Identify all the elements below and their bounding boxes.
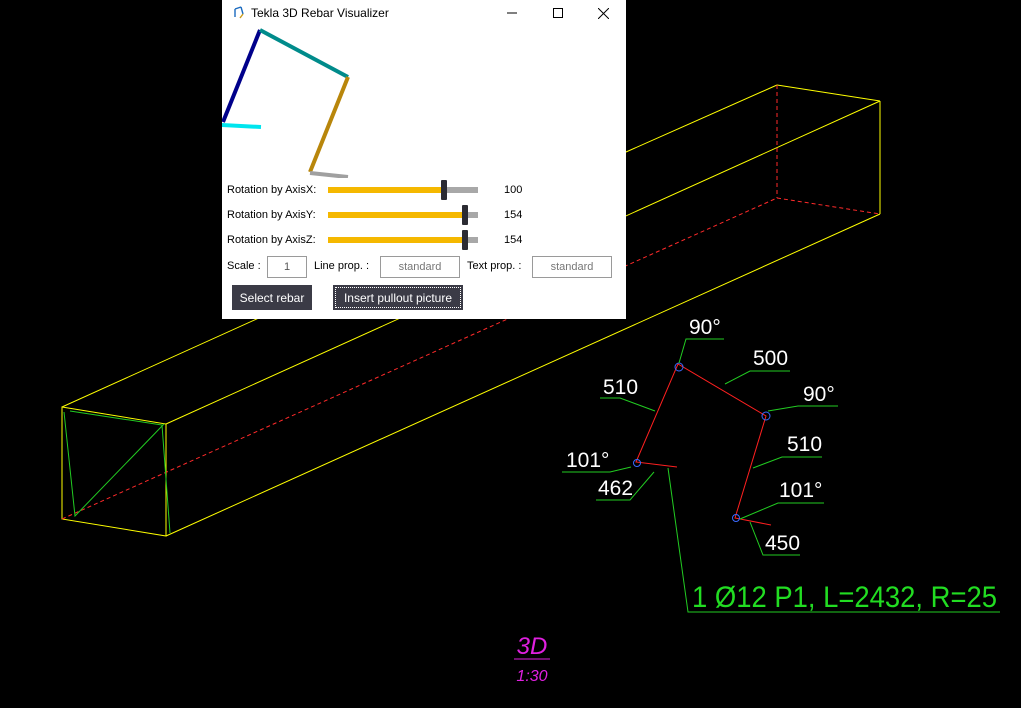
window-title: Tekla 3D Rebar Visualizer [251,6,389,20]
axis-z-value: 154 [504,234,523,246]
axis-z-thumb[interactable] [462,230,468,250]
dim-angle-bottom-right: 101° [779,479,822,502]
line-prop-label: Line prop. : [314,260,370,272]
dim-seg-right: 510 [787,433,822,456]
view-scale: 1:30 [516,668,547,685]
title-bar[interactable]: Tekla 3D Rebar Visualizer [222,0,626,26]
maximize-icon [553,8,563,18]
axis-x-fill [328,187,444,193]
preview-segment-3 [308,76,350,173]
scale-input[interactable]: 1 [267,256,307,278]
rebar-visualizer-window: Tekla 3D Rebar Visualizer Rotation by Ax… [222,0,626,319]
rebar-pullout-shape [635,363,772,526]
axis-y-slider[interactable] [328,205,478,225]
preview-segment-5 [222,123,262,129]
view-title: 3D [517,633,548,660]
maximize-button[interactable] [535,0,581,26]
rebar-mark-label: 1 Ø12 P1, L=2432, R=25 [692,581,997,614]
close-icon [597,7,609,19]
end-section-rebar [63,410,171,534]
axis-z-label: Rotation by AxisZ: [227,234,316,246]
preview-segment-2 [259,28,349,79]
axis-z-fill [328,237,465,243]
axis-y-value: 154 [504,209,523,221]
axis-z-slider[interactable] [328,230,478,250]
preview-segment-1 [222,29,262,123]
dim-hook-left: 462 [598,477,633,500]
dim-angle-right: 90° [803,383,835,406]
dim-angle-left: 101° [566,449,609,472]
app-icon [232,6,246,20]
text-prop-label: Text prop. : [467,260,522,272]
dim-hook-right: 450 [765,532,800,555]
dim-angle-top: 90° [689,316,721,339]
scale-label: Scale : [227,260,261,272]
axis-y-label: Rotation by AxisY: [227,209,316,221]
axis-y-fill [328,212,465,218]
axis-x-label: Rotation by AxisX: [227,184,317,196]
axis-x-value: 100 [504,184,523,196]
minimize-icon [507,12,517,14]
bend-markers [633,362,771,522]
close-button[interactable] [580,0,626,26]
insert-pullout-picture-button[interactable]: Insert pullout picture [333,285,463,310]
axis-x-slider[interactable] [328,180,478,200]
preview-segment-4 [309,171,349,178]
rebar-3d-preview [222,26,626,178]
line-prop-input[interactable]: standard [380,256,460,278]
text-prop-input[interactable]: standard [532,256,612,278]
axis-x-thumb[interactable] [441,180,447,200]
minimize-button[interactable] [489,0,535,26]
select-rebar-button[interactable]: Select rebar [232,285,312,310]
dim-seg-top: 500 [753,347,788,370]
dim-seg-left: 510 [603,376,638,399]
axis-y-thumb[interactable] [462,205,468,225]
